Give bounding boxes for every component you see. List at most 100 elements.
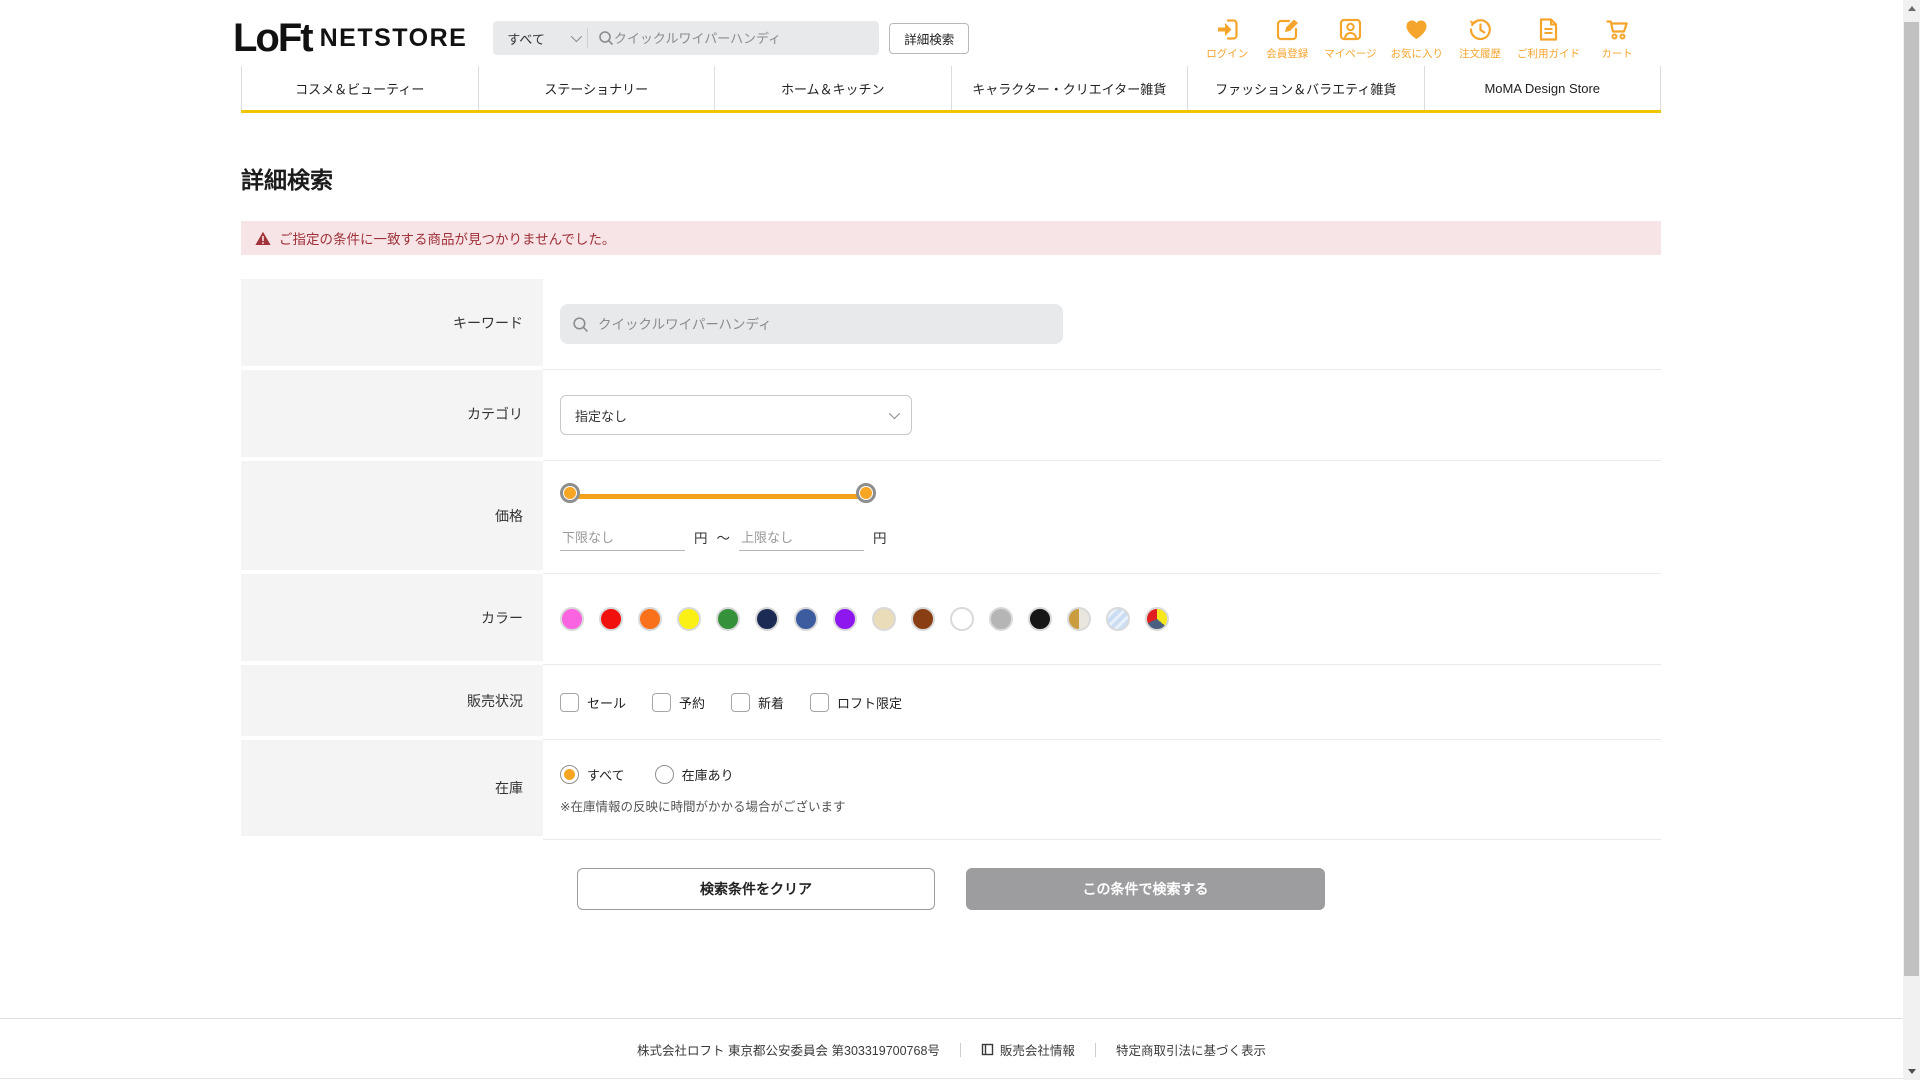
checkbox-icon: [731, 693, 750, 712]
stock-options: すべて 在庫あり: [560, 765, 734, 784]
color-swatch-orange[interactable]: [638, 607, 662, 631]
checkbox-loft-limited[interactable]: ロフト限定: [810, 693, 902, 712]
sales-status-label: 販売状況: [241, 665, 543, 736]
cart-link[interactable]: カート: [1594, 16, 1640, 61]
favorites-link[interactable]: お気に入り: [1391, 16, 1444, 61]
cart-label: カート: [1601, 46, 1633, 61]
search-scope-value: すべて: [507, 29, 545, 48]
price-separator: ～: [717, 527, 731, 551]
color-swatch-beige[interactable]: [872, 607, 896, 631]
login-link[interactable]: ログイン: [1204, 16, 1250, 61]
alert-text: ご指定の条件に一致する商品が見つかりませんでした。: [279, 228, 615, 248]
color-swatch-navy[interactable]: [755, 607, 779, 631]
color-swatch-black[interactable]: [1028, 607, 1052, 631]
price-max-input[interactable]: [739, 528, 864, 551]
keyword-label: キーワード: [241, 279, 543, 366]
clear-conditions-button[interactable]: 検索条件をクリア: [577, 868, 935, 910]
footer-company-info-link[interactable]: 販売会社情報: [981, 1040, 1075, 1059]
price-slider-max-handle[interactable]: [856, 483, 876, 503]
guide-link[interactable]: ご利用ガイド: [1517, 16, 1580, 61]
price-min-input[interactable]: [560, 528, 685, 551]
stock-label: 在庫: [241, 740, 543, 836]
page: LoFt NETSTORE すべて 詳細検索: [0, 0, 1920, 1080]
radio-all[interactable]: すべて: [560, 765, 625, 784]
header-search-input[interactable]: [614, 31, 869, 46]
color-swatch-clear[interactable]: [1106, 607, 1130, 631]
scrollbar-up-button[interactable]: [1903, 0, 1920, 17]
category-row: カテゴリ 指定なし: [241, 370, 1661, 461]
login-label: ログイン: [1206, 46, 1248, 61]
mypage-link[interactable]: マイページ: [1324, 16, 1376, 61]
header-search: すべて 詳細検索: [493, 21, 969, 55]
checkbox-sale[interactable]: セール: [560, 693, 626, 712]
price-range-slider: [560, 483, 876, 509]
scrollbar-thumb[interactable]: [1904, 22, 1919, 976]
page-bottom-line: [0, 1078, 1903, 1079]
price-max-unit: 円: [873, 527, 887, 551]
search-with-conditions-button[interactable]: この条件で検索する: [966, 868, 1325, 910]
search-box: すべて: [493, 21, 879, 55]
sales-status-row: 販売状況 セール 予約 新着: [241, 665, 1661, 740]
category-label: カテゴリ: [241, 370, 543, 457]
main-content: 詳細検索 ご指定の条件に一致する商品が見つかりませんでした。 キーワード: [241, 161, 1661, 910]
price-label: 価格: [241, 461, 543, 570]
order-history-link[interactable]: 注文履歴: [1457, 16, 1503, 61]
radio-in-stock-label: 在庫あり: [682, 765, 734, 784]
color-swatch-gray[interactable]: [989, 607, 1013, 631]
keyword-input[interactable]: [598, 317, 1051, 332]
keyword-input-box: [560, 304, 1063, 344]
header: LoFt NETSTORE すべて 詳細検索: [0, 0, 1920, 66]
color-swatch-green[interactable]: [716, 607, 740, 631]
color-swatch-pink[interactable]: [560, 607, 584, 631]
color-swatch-white[interactable]: [950, 607, 974, 631]
color-swatch-red[interactable]: [599, 607, 623, 631]
color-swatch-blue[interactable]: [794, 607, 818, 631]
color-label: カラー: [241, 574, 543, 661]
nav-item-stationery[interactable]: ステーショナリー: [478, 66, 715, 110]
checkbox-icon: [652, 693, 671, 712]
register-link[interactable]: 会員登録: [1264, 16, 1310, 61]
nav-item-fashion[interactable]: ファッション＆バラエティ雑貨: [1187, 66, 1424, 110]
radio-in-stock[interactable]: 在庫あり: [655, 765, 734, 784]
checkbox-reservation[interactable]: 予約: [652, 693, 705, 712]
footer-tokushoho-link[interactable]: 特定商取引法に基づく表示: [1116, 1040, 1266, 1059]
checkbox-sale-label: セール: [587, 693, 626, 712]
company-info-icon: [981, 1043, 994, 1056]
chevron-down-icon: [571, 31, 582, 42]
price-slider-track: [570, 494, 866, 499]
color-swatch-yellow[interactable]: [677, 607, 701, 631]
color-swatch-purple[interactable]: [833, 607, 857, 631]
nav-item-home-kitchen[interactable]: ホーム＆キッチン: [714, 66, 951, 110]
page-title: 詳細検索: [241, 161, 1661, 195]
color-swatch-gold-silver[interactable]: [1067, 607, 1091, 631]
logo-netstore-text: NETSTORE: [320, 24, 468, 53]
nav-item-moma[interactable]: MoMA Design Store: [1424, 66, 1662, 110]
color-swatch-brown[interactable]: [911, 607, 935, 631]
header-quick-links: ログイン 会員登録 マイページ: [1204, 16, 1640, 61]
cart-icon: [1604, 16, 1631, 43]
register-icon: [1274, 16, 1301, 43]
checkbox-icon: [560, 693, 579, 712]
price-inputs: 円 ～ 円: [560, 527, 887, 551]
loft-logo[interactable]: LoFt NETSTORE: [233, 16, 467, 61]
checkbox-new-label: 新着: [758, 693, 784, 712]
scrollbar[interactable]: [1903, 0, 1920, 1080]
nav-item-cosme[interactable]: コスメ＆ビューティー: [241, 66, 478, 110]
order-history-icon: [1467, 16, 1494, 43]
scrollbar-down-button[interactable]: [1903, 1063, 1920, 1080]
mypage-label: マイページ: [1324, 46, 1376, 61]
color-swatch-multicolor[interactable]: [1145, 607, 1169, 631]
search-scope-select[interactable]: すべて: [503, 29, 585, 48]
detail-search-button[interactable]: 詳細検索: [889, 23, 969, 54]
form-actions: 検索条件をクリア この条件で検索する: [241, 868, 1661, 910]
search-divider: [587, 28, 588, 48]
nav-item-character[interactable]: キャラクター・クリエイター雑貨: [951, 66, 1188, 110]
price-slider-min-handle[interactable]: [560, 483, 580, 503]
checkbox-icon: [810, 693, 829, 712]
radio-all-label: すべて: [587, 765, 625, 784]
category-select[interactable]: 指定なし: [560, 395, 912, 435]
search-icon: [572, 316, 589, 333]
register-label: 会員登録: [1266, 46, 1308, 61]
search-form: キーワード カテゴリ 指定なし: [241, 279, 1661, 840]
checkbox-new[interactable]: 新着: [731, 693, 784, 712]
